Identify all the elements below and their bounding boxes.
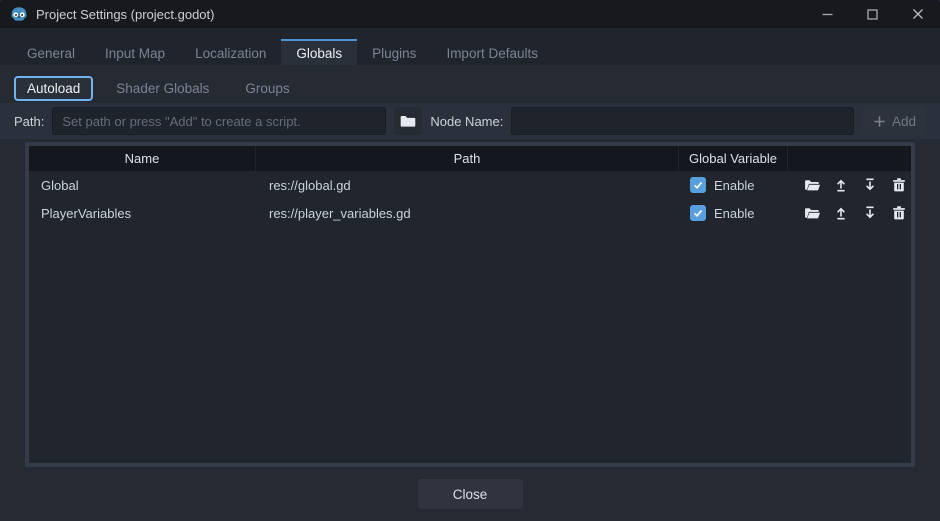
- tab-general[interactable]: General: [12, 39, 90, 65]
- window-title: Project Settings (project.godot): [36, 7, 214, 22]
- enable-checkbox[interactable]: [690, 205, 706, 221]
- tab-globals[interactable]: Globals: [281, 39, 357, 65]
- maximize-icon: [867, 9, 878, 20]
- autoload-table: Name Path Global Variable Global res://g…: [25, 142, 915, 467]
- enable-label: Enable: [714, 206, 754, 221]
- delete-icon: [891, 177, 907, 193]
- table-row[interactable]: Global res://global.gd Enable: [29, 171, 911, 199]
- node-name-input[interactable]: [511, 107, 854, 135]
- godot-icon: [10, 5, 28, 23]
- check-icon: [692, 179, 704, 191]
- close-button[interactable]: Close: [418, 479, 523, 509]
- open-folder-button[interactable]: [803, 204, 821, 222]
- browse-folder-button[interactable]: [394, 107, 422, 135]
- enable-checkbox[interactable]: [690, 177, 706, 193]
- column-header-actions: [788, 146, 911, 171]
- autoload-path: res://player_variables.gd: [255, 199, 677, 227]
- column-header-path[interactable]: Path: [256, 146, 678, 171]
- column-header-name[interactable]: Name: [29, 146, 255, 171]
- column-header-global-variable[interactable]: Global Variable: [679, 146, 787, 171]
- close-window-button[interactable]: [895, 0, 940, 28]
- add-button[interactable]: Add: [862, 107, 926, 135]
- main-tab-bar: General Input Map Localization Globals P…: [0, 28, 940, 65]
- subtab-shader-globals[interactable]: Shader Globals: [103, 76, 222, 101]
- move-down-button[interactable]: [861, 204, 879, 222]
- check-icon: [692, 207, 704, 219]
- global-variable-cell: Enable: [677, 171, 785, 199]
- move-up-button[interactable]: [832, 204, 850, 222]
- maximize-button[interactable]: [850, 0, 895, 28]
- globals-panel: Autoload Shader Globals Groups Path: Nod…: [0, 65, 940, 521]
- subtab-groups[interactable]: Groups: [232, 76, 302, 101]
- autoload-name: PlayerVariables: [29, 199, 255, 227]
- table-row[interactable]: PlayerVariables res://player_variables.g…: [29, 199, 911, 227]
- delete-button[interactable]: [890, 204, 908, 222]
- delete-icon: [891, 205, 907, 221]
- tab-import-defaults[interactable]: Import Defaults: [431, 39, 553, 65]
- move-down-icon: [862, 177, 878, 193]
- minimize-icon: [822, 9, 833, 20]
- open-folder-button[interactable]: [803, 176, 821, 194]
- window-controls: [805, 0, 940, 28]
- move-up-icon: [833, 177, 849, 193]
- path-input[interactable]: [52, 107, 386, 135]
- table-header: Name Path Global Variable: [29, 146, 911, 171]
- folder-icon: [400, 113, 416, 129]
- tab-localization[interactable]: Localization: [180, 39, 281, 65]
- minimize-button[interactable]: [805, 0, 850, 28]
- global-variable-cell: Enable: [677, 199, 785, 227]
- project-settings-window: Project Settings (project.godot) General…: [0, 0, 940, 521]
- titlebar: Project Settings (project.godot): [0, 0, 940, 28]
- tab-plugins[interactable]: Plugins: [357, 39, 431, 65]
- subtab-autoload[interactable]: Autoload: [14, 76, 93, 101]
- globals-subtab-bar: Autoload Shader Globals Groups: [0, 65, 940, 103]
- move-down-icon: [862, 205, 878, 221]
- open-folder-icon: [804, 205, 821, 222]
- add-button-label: Add: [892, 114, 916, 129]
- delete-button[interactable]: [890, 176, 908, 194]
- node-name-label: Node Name:: [430, 114, 503, 129]
- autoload-path: res://global.gd: [255, 171, 677, 199]
- enable-label: Enable: [714, 178, 754, 193]
- autoload-toolbar: Path: Node Name: Add: [0, 103, 940, 139]
- move-down-button[interactable]: [861, 176, 879, 194]
- row-actions: [785, 171, 911, 199]
- plus-icon: [872, 114, 887, 129]
- move-up-icon: [833, 205, 849, 221]
- tab-input-map[interactable]: Input Map: [90, 39, 180, 65]
- path-label: Path:: [14, 114, 44, 129]
- open-folder-icon: [804, 177, 821, 194]
- move-up-button[interactable]: [832, 176, 850, 194]
- row-actions: [785, 199, 911, 227]
- close-icon: [912, 8, 924, 20]
- autoload-name: Global: [29, 171, 255, 199]
- dialog-footer: Close: [0, 467, 940, 521]
